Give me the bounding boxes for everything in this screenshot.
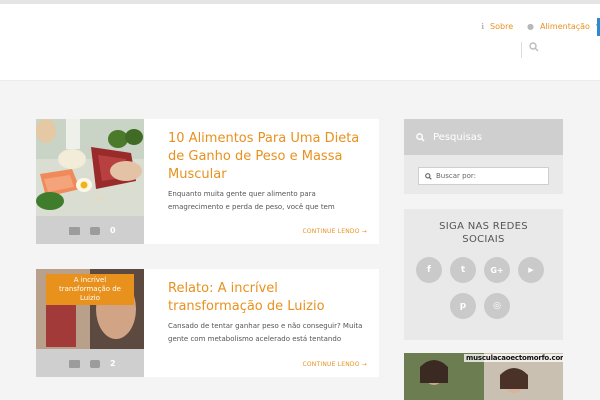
social-widget: SIGA NAS REDES SOCIAIS f t G+ ▶ p ◎	[404, 209, 563, 340]
social-title: SIGA NAS REDES SOCIAIS	[439, 221, 528, 245]
post-meta: 0	[69, 226, 116, 235]
post-excerpt: Cansado de tentar ganhar peso e não cons…	[168, 322, 363, 343]
search-widget-header: Pesquisas	[404, 119, 563, 155]
search-icon	[416, 132, 425, 142]
twitter-icon[interactable]: t	[450, 257, 476, 283]
nav-divider	[521, 42, 522, 58]
thumbnail-caption: A incrível transformação de Luizio	[46, 274, 134, 305]
post-title[interactable]: 10 Alimentos Para Uma Dieta de Ganho de …	[168, 130, 368, 184]
instagram-icon[interactable]: ◎	[484, 293, 510, 319]
read-more-link[interactable]: CONTINUE LENDO →	[302, 361, 367, 368]
post-title[interactable]: Relato: A incrível transformação de Luiz…	[168, 280, 368, 316]
facebook-icon[interactable]: f	[416, 257, 442, 283]
comment-icon	[90, 226, 100, 235]
search-icon	[425, 172, 432, 180]
folder-icon	[69, 359, 80, 368]
banner-label: musculacaoectomorfo.com	[464, 354, 563, 362]
read-more-link[interactable]: CONTINUE LENDO →	[302, 228, 367, 235]
google-plus-icon[interactable]: G+	[484, 257, 510, 283]
youtube-icon[interactable]: ▶	[518, 257, 544, 283]
nav-item-sobre[interactable]: ℹ Sobre	[481, 22, 513, 31]
folder-icon	[69, 226, 80, 235]
search-icon[interactable]	[529, 42, 543, 56]
post-meta: 2	[69, 359, 116, 368]
search-input[interactable]: Buscar por:	[418, 167, 549, 185]
site-header: ℹ Sobre ● Alimentação ▼	[0, 4, 600, 81]
post-excerpt: Enquanto muita gente quer alimento para …	[168, 190, 335, 211]
search-widget: Pesquisas Buscar por:	[404, 119, 563, 194]
comment-icon	[90, 359, 100, 368]
comment-count[interactable]: 0	[110, 226, 116, 235]
nav-label: Sobre	[490, 22, 514, 31]
comment-count[interactable]: 2	[110, 359, 116, 368]
search-placeholder: Buscar por:	[436, 172, 476, 180]
post-card: 0 10 Alimentos Para Uma Dieta de Ganho d…	[36, 119, 379, 244]
nav-label: Alimentação	[539, 22, 590, 31]
sidebar-banner[interactable]: musculacaoectomorfo.com	[404, 353, 563, 400]
nav-item-alimentacao[interactable]: ● Alimentação ▼	[527, 22, 600, 31]
pinterest-icon[interactable]: p	[450, 293, 476, 319]
apple-icon: ●	[527, 22, 534, 31]
info-icon: ℹ	[481, 22, 485, 31]
post-card: A incrível transformação de Luizio 2 Rel…	[36, 269, 379, 377]
widget-title: Pesquisas	[433, 131, 483, 143]
